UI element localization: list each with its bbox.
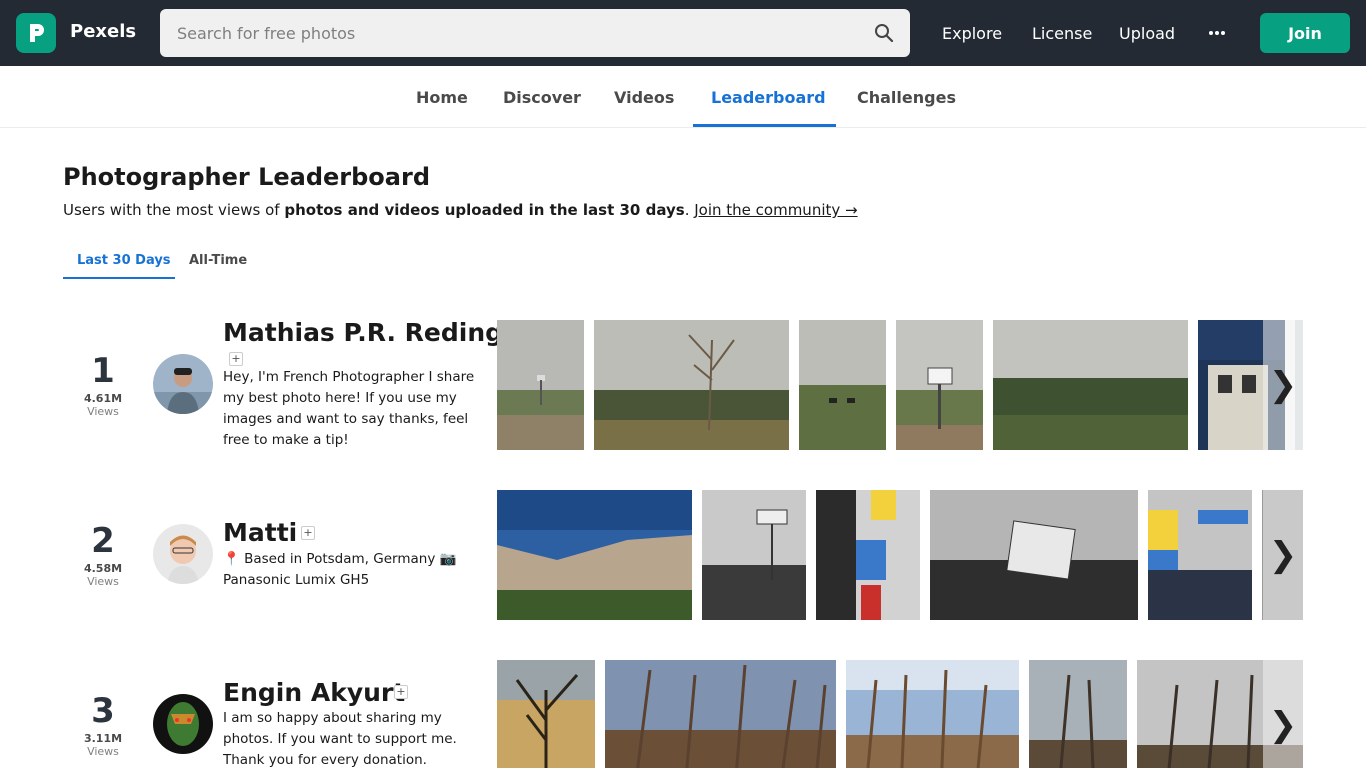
views-count: 4.61M — [83, 392, 123, 405]
photo-gallery — [497, 490, 1303, 620]
nav-license[interactable]: License — [1032, 24, 1092, 43]
photographer-bio: I am so happy about sharing my photos. I… — [223, 710, 457, 768]
rank-number: 3 — [91, 691, 115, 731]
gallery-photo[interactable] — [594, 320, 789, 450]
search-bar — [160, 9, 910, 57]
gallery-photo[interactable] — [605, 660, 836, 768]
gallery-photo[interactable] — [799, 320, 886, 450]
rank-block: 1 4.61M Views — [63, 354, 143, 418]
gallery-photo[interactable] — [993, 320, 1188, 450]
chevron-right-icon[interactable]: ❯ — [1263, 660, 1303, 768]
join-community-link[interactable]: Join the community → — [694, 201, 857, 219]
views-label: Views — [87, 745, 119, 758]
subtitle-bold: photos and videos uploaded in the last 3… — [284, 201, 685, 219]
views-count: 4.58M — [83, 562, 123, 575]
tab-all-time[interactable]: All-Time — [189, 253, 247, 268]
more-horizontal-icon[interactable] — [1207, 25, 1227, 41]
gallery-photo[interactable] — [816, 490, 920, 620]
tab-challenges[interactable]: Challenges — [857, 88, 956, 107]
photo-gallery — [497, 320, 1303, 450]
tab-leaderboard[interactable]: Leaderboard — [711, 88, 826, 107]
top-navbar: Pexels Explore License Upload Join — [0, 0, 1366, 66]
nav-explore[interactable]: Explore — [942, 24, 1002, 43]
avatar[interactable] — [153, 354, 213, 414]
sub-navigation: Home Discover Videos Leaderboard Challen… — [0, 66, 1366, 128]
chevron-right-icon[interactable]: ❯ — [1263, 490, 1303, 620]
gallery-photo[interactable] — [1029, 660, 1127, 768]
gallery-photo[interactable] — [497, 320, 584, 450]
gallery-photo[interactable] — [846, 660, 1019, 768]
page-subtitle: Users with the most views of photos and … — [63, 201, 858, 219]
active-tab-indicator — [693, 124, 836, 127]
tab-discover[interactable]: Discover — [503, 88, 581, 107]
photographer-bio: 📍 Based in Potsdam, Germany 📷 Panasonic … — [223, 551, 457, 588]
gallery-photo[interactable] — [896, 320, 983, 450]
rank-number: 1 — [91, 351, 115, 391]
photographer-bio: Hey, I'm French Photographer I share my … — [223, 369, 475, 448]
period-tab-indicator — [63, 277, 175, 279]
leaderboard-row: 3 3.11M Views Engin Akyurt + I am so hap… — [0, 660, 1366, 768]
photographer-name[interactable]: Matti — [223, 518, 297, 547]
brand-name[interactable]: Pexels — [70, 21, 136, 42]
photographer-name[interactable]: Mathias P.R. Reding — [223, 318, 503, 347]
avatar[interactable] — [153, 524, 213, 584]
join-button[interactable]: Join — [1260, 13, 1350, 53]
tab-home[interactable]: Home — [416, 88, 468, 107]
photo-gallery — [497, 660, 1303, 768]
nav-upload[interactable]: Upload — [1119, 24, 1175, 43]
rank-block: 2 4.58M Views — [63, 524, 143, 588]
gallery-photo[interactable] — [497, 660, 595, 768]
gallery-photo[interactable] — [930, 490, 1138, 620]
gallery-photo[interactable] — [497, 490, 692, 620]
search-icon[interactable] — [874, 23, 894, 43]
plus-icon[interactable]: + — [394, 685, 408, 699]
views-label: Views — [87, 575, 119, 588]
rank-number: 2 — [91, 521, 115, 561]
gallery-photo[interactable] — [1148, 490, 1252, 620]
plus-icon[interactable]: + — [229, 352, 243, 366]
rank-block: 3 3.11M Views — [63, 694, 143, 758]
chevron-right-icon[interactable]: ❯ — [1263, 320, 1303, 450]
leaderboard-row: 2 4.58M Views Matti + 📍 Based in Potsdam… — [0, 490, 1366, 620]
photographer-name[interactable]: Engin Akyurt — [223, 678, 405, 707]
tab-videos[interactable]: Videos — [614, 88, 674, 107]
subtitle-text: Users with the most views of — [63, 201, 285, 219]
views-label: Views — [87, 405, 119, 418]
pexels-logo-icon[interactable] — [16, 13, 56, 53]
tab-last-30-days[interactable]: Last 30 Days — [77, 253, 171, 268]
views-count: 3.11M — [83, 732, 123, 745]
leaderboard-row: 1 4.61M Views Mathias P.R. Reding + Hey,… — [0, 318, 1366, 450]
search-input[interactable] — [160, 9, 860, 57]
gallery-photo[interactable] — [702, 490, 806, 620]
avatar[interactable] — [153, 694, 213, 754]
plus-icon[interactable]: + — [301, 526, 315, 540]
page-title: Photographer Leaderboard — [63, 163, 431, 191]
